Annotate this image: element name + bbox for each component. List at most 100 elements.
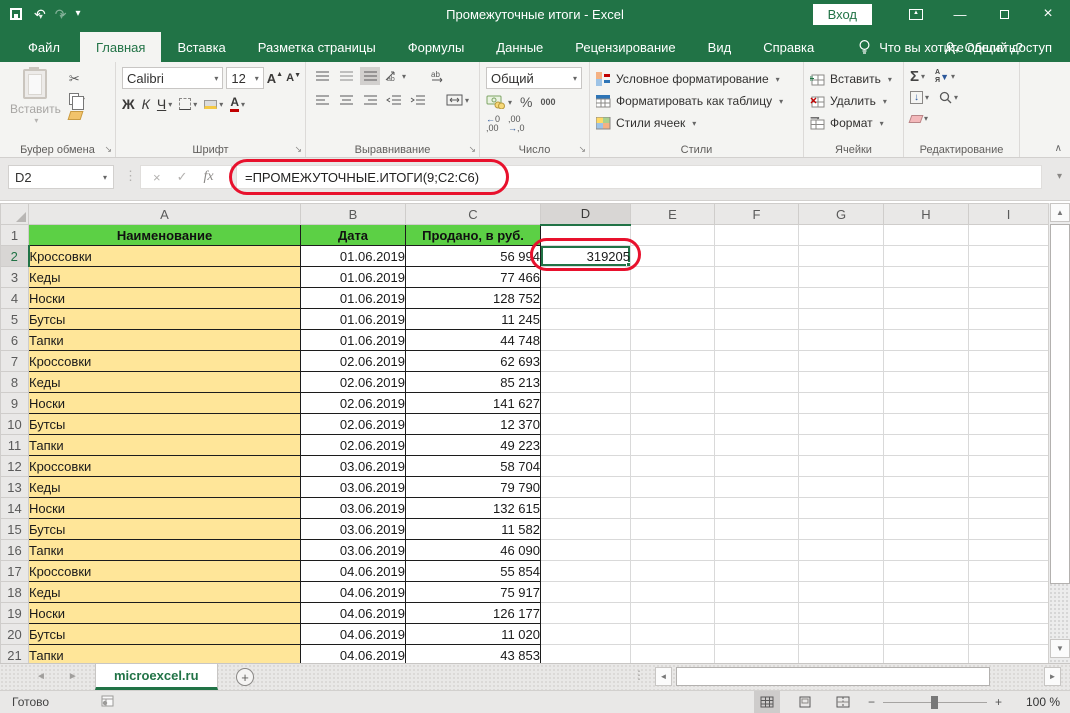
cell-B11[interactable]: 02.06.2019 [301,435,406,456]
cell-G19[interactable] [799,603,884,624]
sheet-tab[interactable]: microexcel.ru [95,664,218,690]
cell-H1[interactable] [884,225,969,246]
paste-button[interactable]: Вставить ▾ [10,69,61,139]
format-painter-icon[interactable] [67,111,83,120]
cell-C7[interactable]: 62 693 [406,351,541,372]
record-macro-icon[interactable] [101,695,114,710]
prev-sheet-icon[interactable]: ◄ [36,671,46,682]
cell-C4[interactable]: 128 752 [406,288,541,309]
cell-G10[interactable] [799,414,884,435]
cell-G17[interactable] [799,561,884,582]
column-header-E[interactable]: E [631,204,715,225]
page-break-view-button[interactable] [830,691,856,713]
cell-G12[interactable] [799,456,884,477]
cell-I14[interactable] [969,498,1049,519]
cut-icon[interactable]: ✂ [69,71,85,87]
cell-H6[interactable] [884,330,969,351]
column-header-B[interactable]: B [301,204,406,225]
cell-C13[interactable]: 79 790 [406,477,541,498]
cell-C6[interactable]: 44 748 [406,330,541,351]
cell-H14[interactable] [884,498,969,519]
cell-C17[interactable]: 55 854 [406,561,541,582]
cell-H4[interactable] [884,288,969,309]
font-size-select[interactable]: 12▾ [226,67,263,89]
cell-D7[interactable] [541,351,631,372]
cell-H3[interactable] [884,267,969,288]
align-middle-button[interactable] [336,67,356,85]
cell-E18[interactable] [631,582,715,603]
cell-F17[interactable] [715,561,799,582]
cell-B12[interactable]: 03.06.2019 [301,456,406,477]
cell-D5[interactable] [541,309,631,330]
cell-C12[interactable]: 58 704 [406,456,541,477]
cell-G4[interactable] [799,288,884,309]
cell-C9[interactable]: 141 627 [406,393,541,414]
cell-C14[interactable]: 132 615 [406,498,541,519]
row-header-4[interactable]: 4 [1,288,29,309]
cell-F9[interactable] [715,393,799,414]
cell-A20[interactable]: Бутсы [29,624,301,645]
cell-A8[interactable]: Кеды [29,372,301,393]
cell-C3[interactable]: 77 466 [406,267,541,288]
sign-in-button[interactable]: Вход [813,4,872,25]
cell-F16[interactable] [715,540,799,561]
font-dialog-launcher[interactable]: ↘ [294,144,302,155]
row-header-11[interactable]: 11 [1,435,29,456]
cell-H19[interactable] [884,603,969,624]
save-icon[interactable] [10,8,22,20]
select-all-corner[interactable] [1,204,29,225]
name-box-splitter[interactable]: ⋮ [124,168,135,184]
zoom-level-label[interactable]: 100 % [1014,695,1060,709]
cancel-icon[interactable]: × [153,170,161,185]
zoom-slider[interactable] [883,702,987,703]
close-button[interactable]: × [1026,0,1070,28]
row-header-5[interactable]: 5 [1,309,29,330]
insert-cells-button[interactable]: Вставить▾ [810,68,899,90]
conditional-formatting-button[interactable]: Условное форматирование▾ [596,68,799,90]
cell-F5[interactable] [715,309,799,330]
cell-B13[interactable]: 03.06.2019 [301,477,406,498]
align-right-button[interactable] [360,91,380,109]
clipboard-dialog-launcher[interactable]: ↘ [104,144,112,155]
cell-D16[interactable] [541,540,631,561]
cell-D8[interactable] [541,372,631,393]
cell-A17[interactable]: Кроссовки [29,561,301,582]
cell-A16[interactable]: Тапки [29,540,301,561]
cell-D6[interactable] [541,330,631,351]
cell-E2[interactable] [631,246,715,267]
increase-indent-button[interactable] [408,91,428,109]
cell-F11[interactable] [715,435,799,456]
column-header-H[interactable]: H [884,204,969,225]
cell-I9[interactable] [969,393,1049,414]
ribbon-tab-3[interactable]: Разметка страницы [242,32,392,62]
cell-I1[interactable] [969,225,1049,246]
cell-D1[interactable] [541,225,631,246]
cell-F7[interactable] [715,351,799,372]
maximize-button[interactable] [982,0,1026,28]
row-header-10[interactable]: 10 [1,414,29,435]
cell-G8[interactable] [799,372,884,393]
cell-C8[interactable]: 85 213 [406,372,541,393]
cell-B15[interactable]: 03.06.2019 [301,519,406,540]
row-header-18[interactable]: 18 [1,582,29,603]
cell-H11[interactable] [884,435,969,456]
cell-D20[interactable] [541,624,631,645]
column-header-A[interactable]: A [29,204,301,225]
align-center-button[interactable] [336,91,356,109]
cell-I18[interactable] [969,582,1049,603]
collapse-ribbon-icon[interactable]: ∧ [1055,143,1062,154]
cell-A2[interactable]: Кроссовки [29,246,301,267]
cell-B19[interactable]: 04.06.2019 [301,603,406,624]
cell-I11[interactable] [969,435,1049,456]
cell-F15[interactable] [715,519,799,540]
expand-formula-bar-icon[interactable]: ▾ [1057,171,1062,182]
cell-D18[interactable] [541,582,631,603]
cell-E8[interactable] [631,372,715,393]
scroll-down-icon[interactable]: ▼ [1050,639,1070,658]
percent-style-button[interactable]: % [520,94,532,110]
ribbon-tab-2[interactable]: Вставка [161,32,241,62]
cell-I15[interactable] [969,519,1049,540]
cell-E15[interactable] [631,519,715,540]
scroll-right-icon[interactable]: ► [1044,667,1061,686]
cell-C18[interactable]: 75 917 [406,582,541,603]
